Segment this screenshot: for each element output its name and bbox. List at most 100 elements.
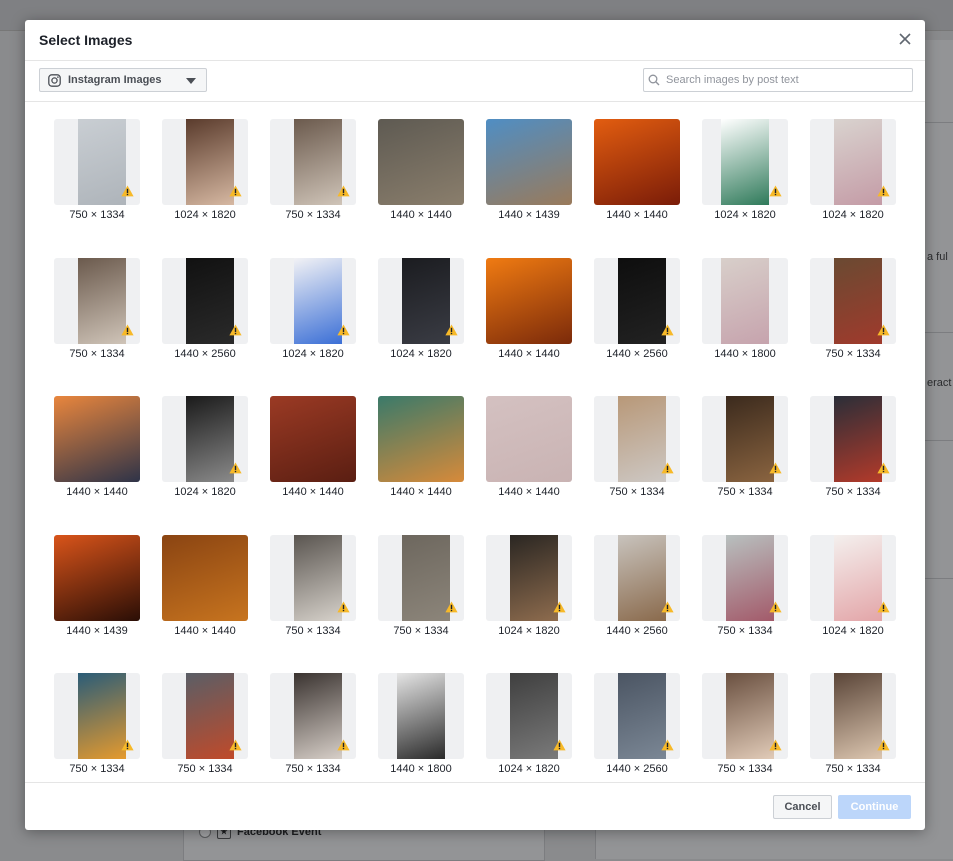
background-divider xyxy=(925,578,953,579)
image-dimensions: 1440 × 1440 xyxy=(390,209,452,221)
image-thumbnail xyxy=(594,396,680,482)
warning-icon xyxy=(877,185,890,197)
image-tile[interactable]: 1440 × 2560 xyxy=(594,535,680,643)
image-tile[interactable]: 1024 × 1820 xyxy=(702,119,788,227)
search-input[interactable] xyxy=(664,73,908,87)
image-tile[interactable]: 750 × 1334 xyxy=(378,535,464,643)
image-thumbnail xyxy=(378,535,464,621)
image-preview xyxy=(186,119,234,205)
image-dimensions: 1440 × 1440 xyxy=(66,486,128,498)
image-grid-scroll-area[interactable]: 750 × 1334 1024 × 1820 750 × 1334 1440 × 14… xyxy=(25,102,925,782)
image-tile[interactable]: 1440 × 1440 xyxy=(54,396,140,504)
image-dimensions: 750 × 1334 xyxy=(825,486,881,498)
image-tile[interactable]: 750 × 1334 xyxy=(702,396,788,504)
image-thumbnail xyxy=(810,535,896,621)
image-tile[interactable]: 1024 × 1820 xyxy=(378,258,464,366)
warning-icon xyxy=(229,185,242,197)
image-tile[interactable]: 750 × 1334 xyxy=(810,673,896,781)
image-tile[interactable]: 1024 × 1820 xyxy=(810,535,896,643)
image-tile[interactable]: 1440 × 2560 xyxy=(594,258,680,366)
image-thumbnail xyxy=(378,119,464,205)
select-images-dialog: Select Images Instagram Images Search im… xyxy=(25,20,925,830)
image-dimensions: 750 × 1334 xyxy=(69,763,125,775)
image-preview xyxy=(397,673,445,759)
image-tile[interactable]: 1440 × 2560 xyxy=(162,258,248,366)
image-tile[interactable]: 750 × 1334 xyxy=(702,535,788,643)
image-tile[interactable]: 750 × 1334 xyxy=(810,258,896,366)
image-tile[interactable]: 1440 × 1440 xyxy=(162,535,248,643)
image-tile[interactable]: 1440 × 1440 xyxy=(594,119,680,227)
image-tile[interactable]: 750 × 1334 xyxy=(270,673,356,781)
image-tile[interactable]: 750 × 1334 xyxy=(162,673,248,781)
dialog-toolbar: Instagram Images xyxy=(25,61,925,102)
image-tile[interactable]: 1440 × 1800 xyxy=(378,673,464,781)
image-thumbnail xyxy=(810,119,896,205)
close-button[interactable] xyxy=(895,29,915,49)
warning-icon xyxy=(661,739,674,751)
image-preview xyxy=(618,396,666,482)
image-thumbnail xyxy=(594,673,680,759)
image-tile[interactable]: 1024 × 1820 xyxy=(486,535,572,643)
image-tile[interactable]: 1440 × 1800 xyxy=(702,258,788,366)
cancel-button[interactable]: Cancel xyxy=(773,795,832,819)
image-preview xyxy=(294,119,342,205)
image-tile[interactable]: 750 × 1334 xyxy=(594,396,680,504)
image-thumbnail xyxy=(486,119,572,205)
image-preview xyxy=(378,396,464,482)
image-tile[interactable]: 1024 × 1820 xyxy=(810,119,896,227)
image-preview xyxy=(486,119,572,205)
image-thumbnail xyxy=(54,535,140,621)
background-text: eract xyxy=(927,377,952,389)
warning-icon xyxy=(769,601,782,613)
image-thumbnail xyxy=(270,396,356,482)
image-thumbnail xyxy=(702,673,788,759)
image-dimensions: 1024 × 1820 xyxy=(174,486,236,498)
image-preview xyxy=(54,396,140,482)
warning-icon xyxy=(769,185,782,197)
image-thumbnail xyxy=(810,396,896,482)
image-preview xyxy=(594,119,680,205)
background-divider xyxy=(925,440,953,441)
image-dimensions: 1024 × 1820 xyxy=(714,209,776,221)
image-thumbnail xyxy=(702,258,788,344)
image-tile[interactable]: 750 × 1334 xyxy=(270,535,356,643)
image-tile[interactable]: 1440 × 2560 xyxy=(594,673,680,781)
instagram-icon xyxy=(48,73,61,87)
warning-icon xyxy=(661,324,674,336)
image-source-dropdown[interactable]: Instagram Images xyxy=(39,68,207,92)
image-tile[interactable]: 1440 × 1439 xyxy=(486,119,572,227)
warning-icon xyxy=(877,324,890,336)
image-thumbnail xyxy=(54,673,140,759)
image-preview xyxy=(486,258,572,344)
image-thumbnail xyxy=(162,535,248,621)
image-tile[interactable]: 750 × 1334 xyxy=(54,119,140,227)
continue-button[interactable]: Continue xyxy=(838,795,911,819)
image-tile[interactable]: 1440 × 1440 xyxy=(378,119,464,227)
image-tile[interactable]: 1440 × 1440 xyxy=(378,396,464,504)
image-dimensions: 750 × 1334 xyxy=(393,625,449,637)
image-dimensions: 1440 × 1439 xyxy=(498,209,560,221)
image-tile[interactable]: 750 × 1334 xyxy=(702,673,788,781)
search-box[interactable] xyxy=(643,68,913,92)
image-tile[interactable]: 1024 × 1820 xyxy=(486,673,572,781)
image-tile[interactable]: 750 × 1334 xyxy=(54,258,140,366)
image-tile[interactable]: 750 × 1334 xyxy=(810,396,896,504)
image-tile[interactable]: 1440 × 1440 xyxy=(270,396,356,504)
warning-icon xyxy=(121,324,134,336)
dialog-header: Select Images xyxy=(25,20,925,61)
image-tile[interactable]: 750 × 1334 xyxy=(54,673,140,781)
image-tile[interactable]: 1024 × 1820 xyxy=(162,119,248,227)
image-tile[interactable]: 1440 × 1440 xyxy=(486,396,572,504)
image-tile[interactable]: 1024 × 1820 xyxy=(270,258,356,366)
image-tile[interactable]: 1440 × 1439 xyxy=(54,535,140,643)
image-dimensions: 1024 × 1820 xyxy=(822,625,884,637)
background-text: a ful xyxy=(927,251,948,263)
image-thumbnail xyxy=(378,396,464,482)
image-preview xyxy=(186,673,234,759)
image-tile[interactable]: 1024 × 1820 xyxy=(162,396,248,504)
warning-icon xyxy=(337,324,350,336)
image-dimensions: 1440 × 1440 xyxy=(282,486,344,498)
image-tile[interactable]: 750 × 1334 xyxy=(270,119,356,227)
warning-icon xyxy=(769,739,782,751)
image-tile[interactable]: 1440 × 1440 xyxy=(486,258,572,366)
